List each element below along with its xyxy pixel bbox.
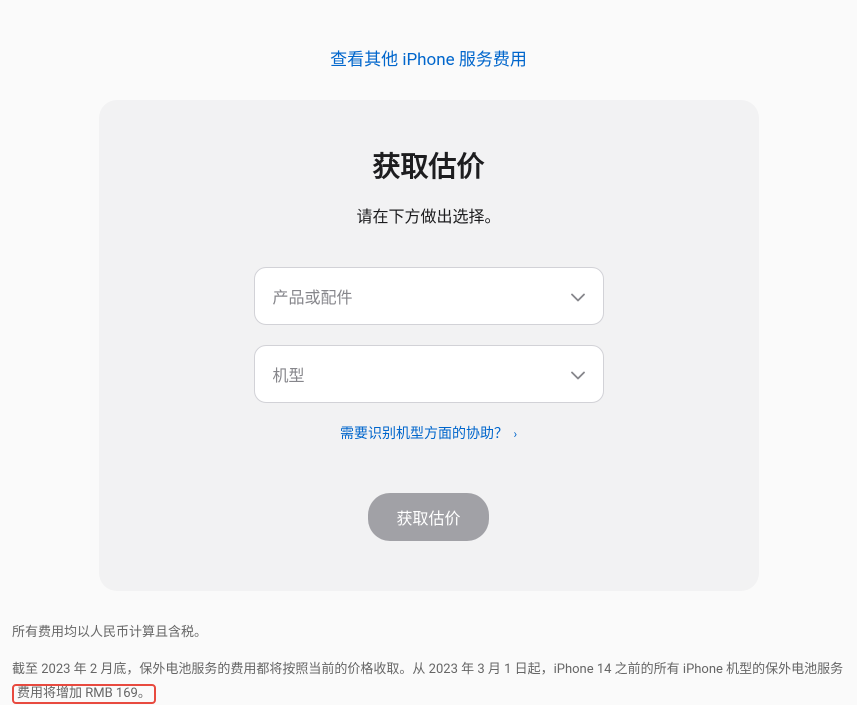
card-subtitle: 请在下方做出选择。 bbox=[139, 203, 719, 227]
chevron-down-icon bbox=[571, 365, 585, 384]
help-link-label: 需要识别机型方面的协助？ bbox=[340, 426, 508, 442]
chevron-down-icon bbox=[571, 287, 585, 306]
view-other-services-link[interactable]: 查看其他 iPhone 服务费用 bbox=[330, 50, 527, 70]
model-select[interactable]: 机型 bbox=[254, 345, 604, 403]
get-estimate-button[interactable]: 获取估价 bbox=[368, 493, 488, 541]
footnote-price-increase: 截至 2023 年 2 月底，保外电池服务的费用都将按照当前的价格收取。从 20… bbox=[12, 658, 845, 705]
model-select-placeholder: 机型 bbox=[273, 362, 305, 386]
product-select-placeholder: 产品或配件 bbox=[273, 284, 353, 308]
product-select[interactable]: 产品或配件 bbox=[254, 267, 604, 325]
model-select-wrapper: 机型 bbox=[254, 345, 604, 403]
help-link-container: 需要识别机型方面的协助？ › bbox=[139, 423, 719, 443]
top-link-container: 查看其他 iPhone 服务费用 bbox=[10, 0, 847, 100]
footnotes: 所有费用均以人民币计算且含税。 截至 2023 年 2 月底，保外电池服务的费用… bbox=[10, 591, 847, 705]
card-title: 获取估价 bbox=[139, 145, 719, 185]
footnote-text-part1: 截至 2023 年 2 月底，保外电池服务的费用都将按照当前的价格收取。从 20… bbox=[12, 662, 843, 677]
footnote-currency: 所有费用均以人民币计算且含税。 bbox=[12, 621, 845, 644]
footnote-highlighted-text: 费用将增加 RMB 169。 bbox=[12, 684, 156, 704]
chevron-right-icon: › bbox=[513, 427, 517, 441]
product-select-wrapper: 产品或配件 bbox=[254, 267, 604, 325]
identify-model-help-link[interactable]: 需要识别机型方面的协助？ › bbox=[340, 426, 517, 442]
estimate-card: 获取估价 请在下方做出选择。 产品或配件 机型 bbox=[99, 100, 759, 591]
